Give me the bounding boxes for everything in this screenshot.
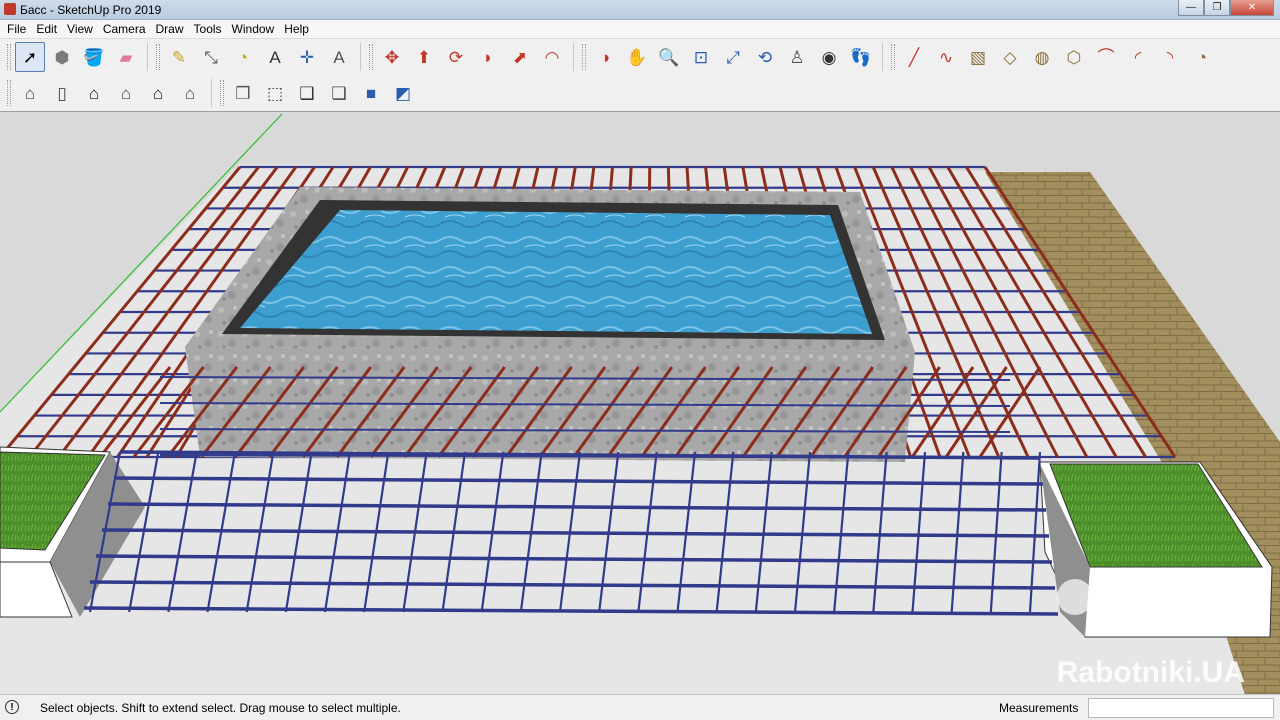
walk-icon[interactable]: 👣 <box>846 42 876 72</box>
make-component-icon[interactable]: ⬢ <box>47 42 77 72</box>
move-tool-icon[interactable]: ✥ <box>377 42 407 72</box>
arc-icon[interactable]: ⌒ <box>1091 42 1121 72</box>
offset-tool-icon[interactable]: ◠ <box>537 42 567 72</box>
title-bar: Басс - SketchUp Pro 2019 — ❐ ✕ <box>0 0 1280 20</box>
previous-view-icon[interactable]: ⟲ <box>750 42 780 72</box>
zoom-window-icon[interactable]: ⊡ <box>686 42 716 72</box>
push-pull-icon[interactable]: ⬆ <box>409 42 439 72</box>
watermark-helmet <box>1150 579 1186 615</box>
back-view-icon[interactable]: ⌂ <box>143 78 173 108</box>
scene-canvas[interactable]: Rabotniki.UA <box>0 112 1280 694</box>
line-tool-icon[interactable]: ╱ <box>899 42 929 72</box>
watermark-helmet <box>1057 579 1093 615</box>
zoom-extents-icon[interactable]: ⤢ <box>718 42 748 72</box>
right-view-icon[interactable]: ⌂ <box>111 78 141 108</box>
polygon-icon[interactable]: ⬡ <box>1059 42 1089 72</box>
axes-tool-icon[interactable]: ✛ <box>292 42 322 72</box>
dimension-icon[interactable]: ⤡ <box>196 42 226 72</box>
3d-text-icon[interactable]: A <box>324 42 354 72</box>
toolbar-grip[interactable] <box>891 44 895 70</box>
three-point-arc-icon[interactable]: ◝ <box>1155 42 1185 72</box>
measurements-label: Measurements <box>999 701 1079 715</box>
tape-measure-icon[interactable]: ✎ <box>164 42 194 72</box>
menu-help[interactable]: Help <box>279 22 314 36</box>
menu-camera[interactable]: Camera <box>98 22 151 36</box>
text-tool-icon[interactable]: A <box>260 42 290 72</box>
maximize-button[interactable]: ❐ <box>1204 0 1230 16</box>
watermark-helmet <box>1102 579 1138 615</box>
position-camera-icon[interactable]: ♙ <box>782 42 812 72</box>
views-styles-toolbar: ⌂ ▯ ⌂ ⌂ ⌂ ⌂ ❒ ⬚ ❑ ❏ ■ ◩ <box>0 75 1280 111</box>
main-toolbar: ➚ ⬢ 🪣 ▰ ✎ ⤡ ◔ A ✛ A ✥ ⬆ ⟳ ◗ ⬈ ◠ ◑ ✋ 🔍 ⊡ ⤢ ⟲ ♙ ◉ 👣 ╱ ∿ ▧ ◇ ◍ ⬡ ⌒ ◜ ◝ ◔ <box>0 39 1280 75</box>
menu-view[interactable]: View <box>62 22 98 36</box>
watermark-text: Rabotniki.UA <box>1057 656 1245 689</box>
menu-file[interactable]: File <box>2 22 31 36</box>
two-point-arc-icon[interactable]: ◜ <box>1123 42 1153 72</box>
scale-tool-icon[interactable]: ⬈ <box>505 42 535 72</box>
xray-style-icon[interactable]: ❒ <box>228 78 258 108</box>
toolbar-grip[interactable] <box>7 44 11 70</box>
toolbar-separator <box>211 79 212 107</box>
wireframe-style-icon[interactable]: ⬚ <box>260 78 290 108</box>
status-bar: ! Select objects. Shift to extend select… <box>0 694 1280 720</box>
select-tool-icon[interactable]: ➚ <box>15 42 45 72</box>
toolbar-grip[interactable] <box>582 44 586 70</box>
paint-bucket-icon[interactable]: 🪣 <box>79 42 109 72</box>
hidden-line-style-icon[interactable]: ❑ <box>292 78 322 108</box>
menu-window[interactable]: Window <box>227 22 280 36</box>
toolbar-grip[interactable] <box>369 44 373 70</box>
status-hint: Select objects. Shift to extend select. … <box>40 701 401 715</box>
measurements-input[interactable] <box>1088 698 1274 718</box>
shaded-style-icon[interactable]: ❏ <box>324 78 354 108</box>
close-button[interactable]: ✕ <box>1230 0 1274 16</box>
toolbar-separator <box>360 43 361 71</box>
top-view-icon[interactable]: ▯ <box>47 78 77 108</box>
eraser-icon[interactable]: ▰ <box>111 42 141 72</box>
toolbar-grip[interactable] <box>156 44 160 70</box>
window-title: Басс - SketchUp Pro 2019 <box>20 3 162 17</box>
shaded-textures-style-icon[interactable]: ■ <box>356 78 386 108</box>
toolbar-grip[interactable] <box>7 80 11 106</box>
menu-bar: File Edit View Camera Draw Tools Window Help <box>0 20 1280 39</box>
front-view-icon[interactable]: ⌂ <box>79 78 109 108</box>
follow-me-icon[interactable]: ◗ <box>473 42 503 72</box>
rotate-tool-icon[interactable]: ⟳ <box>441 42 471 72</box>
rotated-rectangle-icon[interactable]: ◇ <box>995 42 1025 72</box>
menu-tools[interactable]: Tools <box>189 22 227 36</box>
monochrome-style-icon[interactable]: ◩ <box>388 78 418 108</box>
iso-view-icon[interactable]: ⌂ <box>15 78 45 108</box>
model-viewport[interactable]: Rabotniki.UA <box>0 111 1280 694</box>
toolbar-separator <box>882 43 883 71</box>
pan-icon[interactable]: ✋ <box>622 42 652 72</box>
pie-icon[interactable]: ◔ <box>1187 42 1217 72</box>
look-around-icon[interactable]: ◉ <box>814 42 844 72</box>
rectangle-icon[interactable]: ▧ <box>963 42 993 72</box>
toolbar-separator <box>147 43 148 71</box>
menu-edit[interactable]: Edit <box>31 22 62 36</box>
freehand-icon[interactable]: ∿ <box>931 42 961 72</box>
left-view-icon[interactable]: ⌂ <box>175 78 205 108</box>
watermark-logo <box>1057 579 1186 615</box>
toolbar-grip[interactable] <box>220 80 224 106</box>
menu-draw[interactable]: Draw <box>151 22 189 36</box>
zoom-icon[interactable]: 🔍 <box>654 42 684 72</box>
orbit-icon[interactable]: ◑ <box>590 42 620 72</box>
info-icon[interactable]: ! <box>5 700 19 714</box>
circle-icon[interactable]: ◍ <box>1027 42 1057 72</box>
window-controls: — ❐ ✕ <box>1178 0 1274 16</box>
protractor-icon[interactable]: ◔ <box>228 42 258 72</box>
minimize-button[interactable]: — <box>1178 0 1204 16</box>
sketchup-app-icon <box>4 3 16 15</box>
toolbar-separator <box>573 43 574 71</box>
pool-water <box>240 210 872 334</box>
